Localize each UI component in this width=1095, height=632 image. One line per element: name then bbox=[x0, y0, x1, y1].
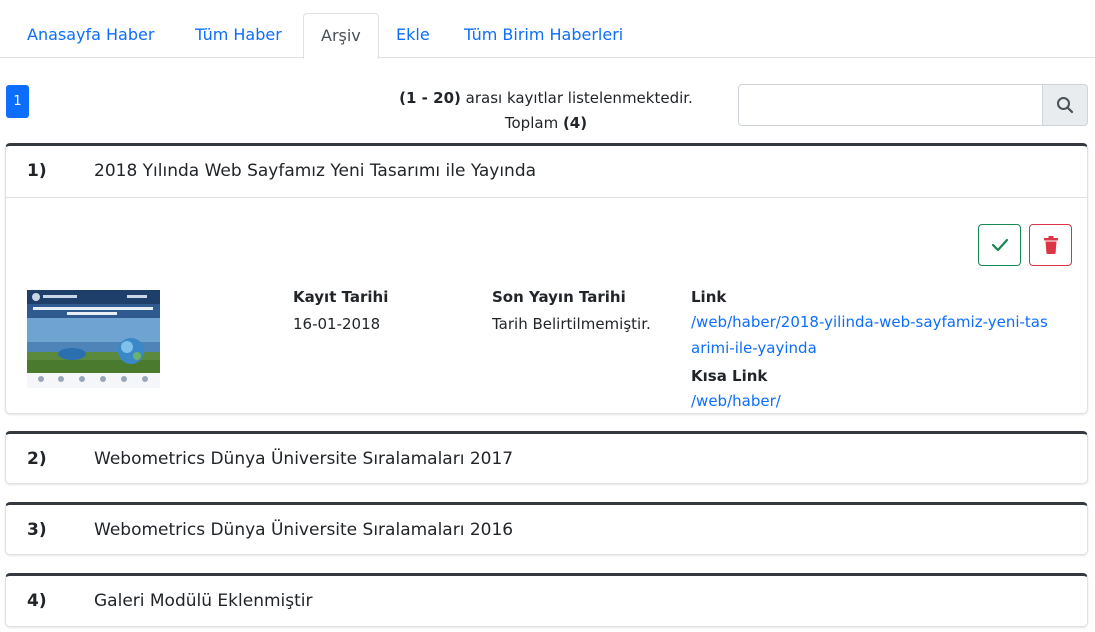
news-card-header[interactable]: 1) 2018 Yılında Web Sayfamız Yeni Tasarı… bbox=[6, 146, 1087, 196]
news-card-header[interactable]: 3) Webometrics Dünya Üniversite Sıralama… bbox=[6, 505, 1087, 554]
record-range-line: (1 - 20) arası kayıtlar listelenmektedir… bbox=[380, 86, 712, 111]
news-card: 3) Webometrics Dünya Üniversite Sıralama… bbox=[5, 502, 1088, 555]
search-icon bbox=[1057, 97, 1074, 114]
record-total-text: Toplam bbox=[504, 114, 563, 132]
son-yayin-tarihi-label: Son Yayın Tarihi bbox=[492, 288, 626, 306]
tab-tum-birim-haberleri[interactable]: Tüm Birim Haberleri bbox=[464, 13, 623, 59]
delete-button[interactable] bbox=[1029, 224, 1072, 266]
news-card: 1) 2018 Yılında Web Sayfamız Yeni Tasarı… bbox=[5, 143, 1088, 414]
news-card-body: Kayıt Tarihi 16-01-2018 Son Yayın Tarihi… bbox=[6, 197, 1087, 413]
news-number: 2) bbox=[27, 449, 47, 469]
tab-ekle[interactable]: Ekle bbox=[396, 13, 430, 59]
approve-button[interactable] bbox=[978, 224, 1021, 266]
record-total-line: Toplam (4) bbox=[380, 111, 712, 136]
record-summary: (1 - 20) arası kayıtlar listelenmektedir… bbox=[380, 86, 712, 136]
tab-anasayfa-haber[interactable]: Anasayfa Haber bbox=[27, 13, 154, 59]
news-card-header[interactable]: 2) Webometrics Dünya Üniversite Sıralama… bbox=[6, 434, 1087, 483]
news-short-link[interactable]: /web/haber/ bbox=[691, 388, 781, 413]
search-input[interactable] bbox=[738, 84, 1043, 126]
news-number: 4) bbox=[27, 591, 47, 611]
news-card: 4) Galeri Modülü Eklenmiştir bbox=[5, 573, 1088, 627]
kisa-link-label: Kısa Link bbox=[691, 367, 768, 385]
news-card: 2) Webometrics Dünya Üniversite Sıralama… bbox=[5, 431, 1088, 484]
record-total: (4) bbox=[562, 114, 588, 132]
kayit-tarihi-value: 16-01-2018 bbox=[293, 315, 381, 333]
news-link[interactable]: /web/haber/2018-yilinda-web-sayfamiz-yen… bbox=[691, 309, 1051, 361]
tab-tum-haber[interactable]: Tüm Haber bbox=[195, 13, 282, 59]
news-title: Webometrics Dünya Üniversite Sıralamalar… bbox=[94, 520, 514, 540]
tab-arsiv[interactable]: Arşiv bbox=[303, 13, 379, 59]
news-title: 2018 Yılında Web Sayfamız Yeni Tasarımı … bbox=[94, 161, 537, 181]
kayit-tarihi-label: Kayıt Tarihi bbox=[293, 288, 389, 306]
news-title: Galeri Modülü Eklenmiştir bbox=[94, 591, 313, 611]
son-yayin-tarihi-value: Tarih Belirtilmemiştir. bbox=[492, 315, 651, 333]
pagination-page-1[interactable]: 1 bbox=[6, 85, 29, 118]
news-thumbnail bbox=[27, 290, 160, 388]
trash-icon bbox=[1043, 236, 1058, 254]
link-label: Link bbox=[691, 288, 727, 306]
record-range: (1 - 20) bbox=[399, 89, 461, 107]
news-number: 1) bbox=[27, 161, 47, 181]
record-range-text: arası kayıtlar listelenmektedir. bbox=[460, 89, 693, 107]
nav-tabs: Anasayfa Haber Tüm Haber Arşiv Ekle Tüm … bbox=[0, 0, 1095, 59]
search-button[interactable] bbox=[1042, 84, 1088, 126]
check-icon bbox=[991, 238, 1008, 252]
news-title: Webometrics Dünya Üniversite Sıralamalar… bbox=[94, 449, 514, 469]
news-number: 3) bbox=[27, 520, 47, 540]
news-card-header[interactable]: 4) Galeri Modülü Eklenmiştir bbox=[6, 576, 1087, 626]
